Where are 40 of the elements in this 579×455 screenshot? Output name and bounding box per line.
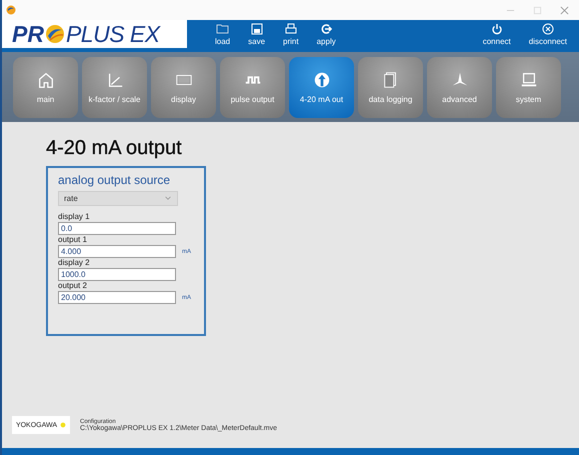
input-field[interactable]: 1000.0 — [58, 268, 176, 281]
maximize-icon[interactable] — [533, 6, 542, 14]
tab[interactable]: advanced — [427, 57, 492, 118]
power-icon — [490, 22, 504, 34]
logo-text: PR — [12, 20, 44, 48]
toolbar-button[interactable]: save — [242, 20, 272, 48]
tab[interactable]: pulse output — [220, 57, 285, 118]
computer-icon — [520, 71, 538, 89]
arrow-icon — [319, 22, 334, 34]
toolbar-button[interactable]: print — [277, 20, 305, 48]
chevron-icon — [164, 196, 172, 201]
app-icon — [6, 5, 16, 15]
printer-icon — [284, 22, 298, 34]
sun-icon — [60, 422, 66, 428]
input-field[interactable]: 4.000 — [58, 245, 176, 258]
input-field[interactable]: 0.0 — [58, 222, 176, 235]
source-dropdown[interactable]: rate — [58, 191, 178, 206]
panel-title: analog output source — [58, 173, 172, 187]
home-icon — [36, 71, 54, 89]
tab[interactable]: 4-20 mA out — [289, 57, 354, 118]
field-label: output 2 — [58, 281, 88, 291]
input-field[interactable]: 20.000 — [58, 291, 176, 304]
page-title: 4-20 mA output — [46, 136, 183, 160]
field-label: output 1 — [58, 235, 88, 245]
toolbar-button[interactable]: disconnect — [522, 20, 573, 48]
folder-icon — [216, 22, 230, 34]
field-label: display 1 — [58, 212, 91, 222]
close-icon[interactable] — [560, 6, 569, 14]
toolbar-button[interactable]: apply — [310, 20, 342, 48]
tab[interactable]: data logging — [358, 57, 423, 118]
toolbar-button[interactable]: load — [209, 20, 236, 48]
logo-text: PLUS EX — [66, 20, 160, 48]
toolbar-button[interactable]: connect — [476, 20, 517, 48]
close-icon — [540, 22, 555, 34]
tab[interactable]: k-factor / scale — [82, 57, 147, 118]
globe-icon — [44, 24, 65, 44]
tab[interactable]: main — [13, 57, 78, 118]
tab[interactable]: display — [151, 57, 216, 118]
tab[interactable]: system — [496, 57, 561, 118]
field-label: display 2 — [58, 258, 91, 268]
